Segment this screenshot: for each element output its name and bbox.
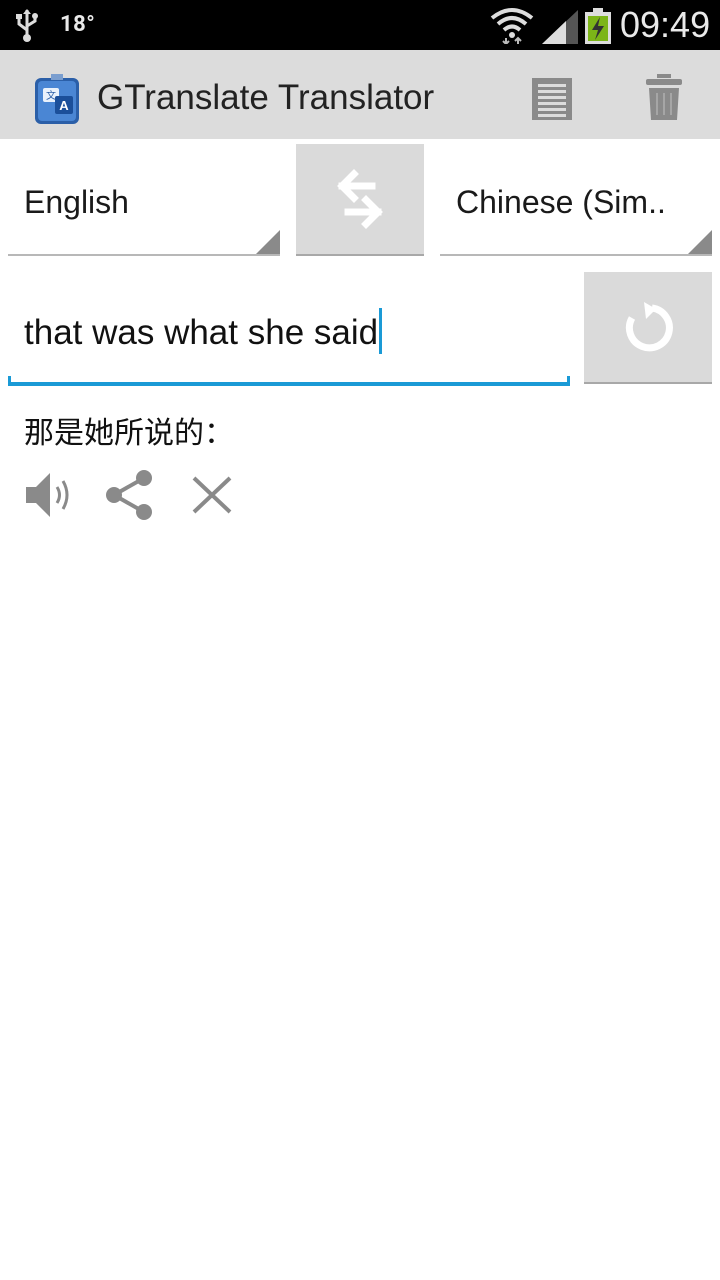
text-input-field[interactable]: that was what she said [8, 272, 570, 386]
translation-result[interactable]: 那是她所说的： [24, 408, 234, 452]
trash-icon[interactable] [644, 74, 684, 122]
svg-text:文: 文 [46, 89, 56, 102]
swap-languages-button[interactable] [296, 144, 424, 256]
svg-text:A: A [59, 98, 69, 113]
text-cursor [379, 308, 383, 354]
temperature-indicator: 18° [60, 12, 96, 37]
translate-button[interactable] [584, 272, 712, 384]
battery-charging-icon [585, 8, 611, 44]
status-bar: 18° 09:49 [0, 0, 720, 50]
text-input-value: that was what she said [24, 313, 379, 352]
target-language-spinner[interactable]: Chinese (Sim.. [440, 146, 712, 256]
refresh-icon [625, 302, 673, 352]
source-language-spinner[interactable]: English [8, 146, 280, 256]
usb-icon [16, 9, 38, 42]
app-icon[interactable]: A 文 [33, 72, 81, 126]
dropdown-indicator-icon [256, 230, 280, 254]
wifi-icon [490, 8, 534, 44]
action-bar: A 文 GTranslate Translator [0, 50, 720, 139]
app-title: GTranslate Translator [97, 78, 435, 117]
dropdown-indicator-icon [688, 230, 712, 254]
speaker-icon[interactable] [24, 468, 76, 522]
signal-icon [542, 10, 578, 44]
close-icon[interactable] [186, 468, 238, 522]
source-language-label: English [24, 184, 129, 220]
share-icon[interactable] [104, 468, 156, 522]
history-list-icon[interactable] [530, 76, 574, 122]
input-underline [8, 376, 570, 386]
target-language-label: Chinese (Sim.. [456, 184, 666, 220]
swap-arrows-icon [337, 169, 383, 229]
result-actions [24, 468, 244, 522]
clock: 09:49 [620, 4, 711, 45]
